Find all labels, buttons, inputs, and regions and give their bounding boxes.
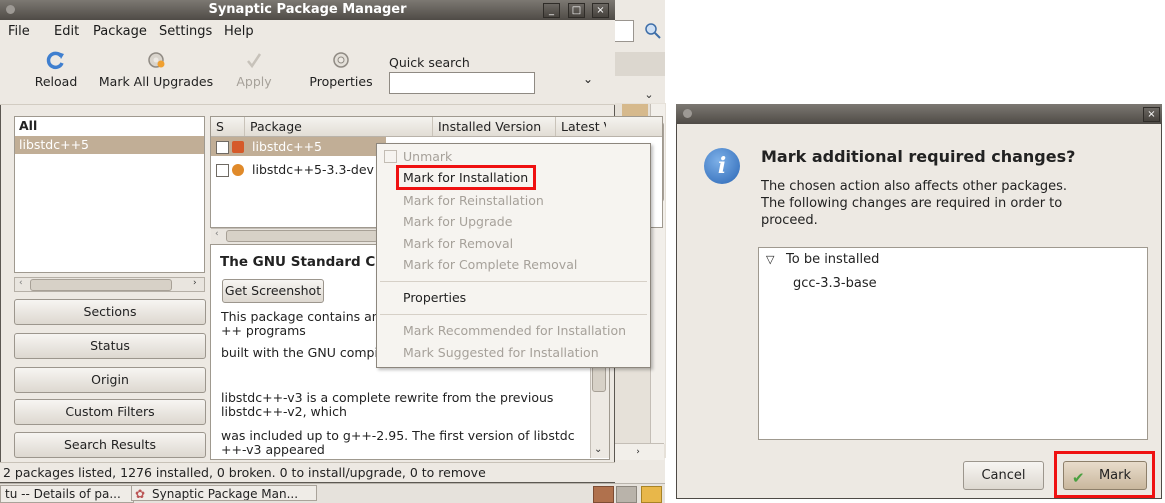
tree-item-package[interactable]: gcc-3.3-base <box>793 276 877 291</box>
window-title: Synaptic Package Manager <box>0 0 615 20</box>
menu-item-mark-for-installation[interactable]: Mark for Installation <box>403 170 528 185</box>
menu-package[interactable]: Package <box>93 24 147 39</box>
description-line: was included up to g++-2.95. The first v… <box>221 428 575 443</box>
chevron-down-icon[interactable]: ⌄ <box>594 444 602 455</box>
taskbar-item-label: Synaptic Package Man... <box>152 487 299 501</box>
menu-file[interactable]: File <box>8 24 30 39</box>
workspace-switcher-icon[interactable] <box>616 486 637 503</box>
properties-label: Properties <box>309 74 373 89</box>
scroll-left-icon[interactable]: ‹ <box>19 278 23 288</box>
apply-check-icon <box>247 53 262 69</box>
mark-all-upgrades-label: Mark All Upgrades <box>98 74 214 89</box>
menu-item-mark-recommended[interactable]: Mark Recommended for Installation <box>403 323 626 338</box>
trash-icon[interactable] <box>641 486 662 503</box>
package-icon <box>232 141 244 153</box>
menu-edit[interactable]: Edit <box>54 24 79 39</box>
taskbar-item-details[interactable]: tu -- Details of pa... <box>0 485 134 503</box>
menu-item-mark-for-complete-removal[interactable]: Mark for Complete Removal <box>403 257 577 272</box>
package-name[interactable]: libstdc++5 <box>252 137 322 156</box>
mark-button-label: Mark <box>1098 468 1132 483</box>
dialog-close-button[interactable]: × <box>1143 107 1160 122</box>
package-icon <box>232 164 244 176</box>
description-line: This package contains an <box>221 309 380 324</box>
scroll-left-icon[interactable]: ‹ <box>215 229 219 239</box>
custom-filters-button[interactable]: Custom Filters <box>14 399 206 425</box>
apply-label: Apply <box>236 74 272 89</box>
search-icon[interactable] <box>642 20 664 40</box>
menu-separator <box>380 281 647 282</box>
menu-item-mark-for-reinstallation[interactable]: Mark for Reinstallation <box>403 193 544 208</box>
menu-item-mark-for-removal[interactable]: Mark for Removal <box>403 236 513 251</box>
sections-button[interactable]: Sections <box>14 299 206 325</box>
check-icon: ✔ <box>1072 469 1085 487</box>
filter-item-all[interactable]: All <box>15 117 204 135</box>
status-bar: 2 packages listed, 1276 installed, 0 bro… <box>0 462 615 482</box>
info-icon: i <box>704 148 740 184</box>
close-button[interactable]: × <box>592 3 609 18</box>
menu-item-unmark[interactable]: Unmark <box>403 149 452 164</box>
upgrade-gear-icon <box>148 52 165 68</box>
column-header-latest-version[interactable]: Latest V <box>556 117 606 136</box>
dialog-titlebar <box>676 104 1162 124</box>
taskbar-item-synaptic[interactable]: ✿ Synaptic Package Man... <box>131 485 317 501</box>
filter-scroll-thumb[interactable] <box>30 279 172 291</box>
column-header-installed-version[interactable]: Installed Version <box>433 117 556 136</box>
cancel-button[interactable]: Cancel <box>963 461 1044 490</box>
unmark-checkbox <box>384 150 397 163</box>
scroll-right-icon[interactable]: › <box>193 278 197 288</box>
description-title: The GNU Standard C <box>220 254 376 270</box>
package-name[interactable]: libstdc++5-3.3-dev <box>252 160 374 179</box>
properties-gear-icon <box>333 52 349 68</box>
chevron-down-icon[interactable]: ⌄ <box>641 88 657 102</box>
dialog-body-line: The following changes are required in or… <box>761 196 1063 211</box>
synaptic-app-icon: ✿ <box>135 487 146 501</box>
menu-item-mark-for-upgrade[interactable]: Mark for Upgrade <box>403 214 512 229</box>
menu-item-properties[interactable]: Properties <box>403 290 466 305</box>
description-line: built with the GNU compi <box>221 345 378 360</box>
get-screenshot-button[interactable]: Get Screenshot <box>222 279 324 303</box>
description-line: ++ programs <box>221 323 306 338</box>
column-header-status[interactable]: S <box>211 117 245 136</box>
expander-triangle-icon[interactable]: ▽ <box>766 253 774 266</box>
mark-all-upgrades-button[interactable]: Mark All Upgrades <box>95 50 217 100</box>
apply-button[interactable]: Apply <box>232 50 276 100</box>
column-header-package[interactable]: Package <box>245 117 433 136</box>
status-button[interactable]: Status <box>14 333 206 359</box>
menu-item-mark-suggested[interactable]: Mark Suggested for Installation <box>403 345 599 360</box>
properties-button[interactable]: Properties <box>307 50 375 100</box>
description-line: libstdc++-v2, which <box>221 404 347 419</box>
chevron-down-icon[interactable]: ⌄ <box>583 72 593 86</box>
background-search-field[interactable] <box>612 20 634 42</box>
dialog-body-line: proceed. <box>761 213 818 228</box>
dialog-heading: Mark additional required changes? <box>761 147 1076 166</box>
background-tab[interactable] <box>612 52 665 76</box>
window-menu-icon[interactable] <box>683 109 692 118</box>
mark-button[interactable]: ✔ Mark <box>1063 461 1147 490</box>
minimize-button[interactable]: _ <box>543 3 560 18</box>
reload-button[interactable]: Reload <box>28 50 84 100</box>
package-checkbox[interactable] <box>216 141 229 154</box>
reload-label: Reload <box>34 74 78 89</box>
quick-search-label: Quick search <box>389 55 470 70</box>
window-menu-icon[interactable] <box>6 5 15 14</box>
origin-button[interactable]: Origin <box>14 367 206 393</box>
menu-separator <box>380 314 647 315</box>
description-line: libstdc++-v3 is a complete rewrite from … <box>221 390 554 405</box>
package-checkbox[interactable] <box>216 164 229 177</box>
background-horizontal-scrollbar[interactable]: › <box>612 443 664 460</box>
dialog-body-line: The chosen action also affects other pac… <box>761 179 1068 194</box>
filter-item-selected[interactable]: libstdc++5 <box>15 136 204 154</box>
package-scroll-thumb[interactable] <box>226 230 378 242</box>
reload-icon <box>46 51 64 70</box>
quick-search-input[interactable] <box>389 72 535 94</box>
menu-settings[interactable]: Settings <box>159 24 212 39</box>
tree-item-to-be-installed[interactable]: To be installed <box>786 252 879 267</box>
maximize-button[interactable]: □ <box>568 3 585 18</box>
search-results-button[interactable]: Search Results <box>14 432 206 458</box>
description-line: ++-v3 appeared <box>221 442 325 457</box>
menu-help[interactable]: Help <box>224 24 254 39</box>
workspace-switcher-icon[interactable] <box>593 486 614 503</box>
